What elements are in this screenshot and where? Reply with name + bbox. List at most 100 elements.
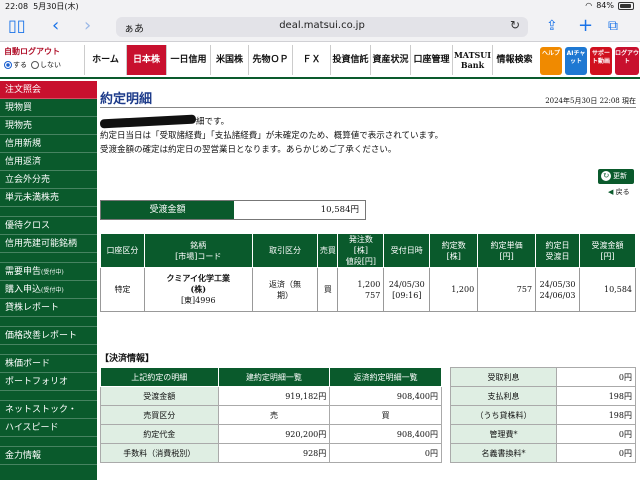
sidebar-item[interactable]: 価格改善レポート	[0, 327, 97, 345]
cell-received: 24/05/30 [09:16]	[383, 267, 431, 312]
order-price: 757	[365, 290, 381, 300]
fee-label: 支払利息	[450, 386, 557, 406]
sidebar-item-label: 注文照会	[5, 85, 42, 95]
cell-trade-type: 返済（無 期）	[251, 267, 319, 312]
sidebar-item[interactable]: 株価ボード	[0, 355, 97, 373]
support-video-icon[interactable]: サポート動画	[590, 47, 612, 75]
sidebar-item[interactable]: 立会外分売	[0, 171, 97, 189]
address-bar[interactable]: ぁあ deal.matsui.co.jp ↻	[116, 17, 528, 37]
settlement-table: 上記約定の明細 建約定明細一覧 返済約定明細一覧 受渡金額 919,182円 908…	[100, 367, 442, 463]
fee-label: 受取利息	[450, 367, 557, 387]
auto-logout-on-radio[interactable]: する	[4, 60, 27, 70]
sidebar-item[interactable]: ネットストック・	[0, 401, 97, 419]
fee-row: （うち貸株料） 198円	[450, 405, 636, 425]
settlement-row-label: 売買区分	[100, 405, 219, 425]
tab-us-stocks[interactable]: 米国株	[210, 45, 248, 75]
settlement-close-value: 買	[329, 405, 442, 425]
open-contract-list-link[interactable]: 建約定明細一覧	[217, 367, 331, 387]
sidebar-item-label: ポートフォリオ	[5, 377, 69, 387]
main-content: 約定明細 2024年5月30日 22:08 現在 細です。 約定日当日は「受取諸…	[99, 83, 638, 480]
sidebar-item-label: 信用新規	[5, 139, 42, 149]
sidebar-item-status: (受付中)	[41, 287, 64, 294]
logout-icon[interactable]: ログアウト	[615, 47, 639, 75]
tab-account[interactable]: 口座管理	[410, 45, 452, 75]
sidebar-item[interactable]: 信用新規	[0, 135, 97, 153]
sidebar-item[interactable]: 現物売	[0, 117, 97, 135]
settlement-amount-value: 10,584円	[320, 205, 359, 215]
tabs-overview-icon[interactable]: ⧉	[608, 16, 618, 36]
auto-logout-off-radio[interactable]: しない	[31, 60, 61, 70]
cell-exec-date: 24/05/30 24/06/03	[535, 267, 581, 312]
sidebar-item[interactable]: ポートフォリオ	[0, 373, 97, 391]
cell-security[interactable]: クミアイ化学工業 (株) [東]4996	[143, 267, 253, 312]
help-icon[interactable]: ヘルプ	[540, 47, 562, 75]
tab-assets[interactable]: 資産状況	[370, 45, 410, 75]
sidebar-item[interactable]: 信用返済	[0, 153, 97, 171]
col-security: 銘柄 [市場]コード	[143, 233, 253, 268]
reload-icon[interactable]: ↻	[510, 18, 520, 32]
sidebar-item-label: 需要申告	[5, 267, 42, 277]
sidebar-toggle-icon[interactable]: ▯▯	[8, 16, 26, 36]
sidebar-item-label: 単元未満株売	[5, 193, 60, 203]
sidebar-item[interactable]: ハイスピード	[0, 419, 97, 437]
sidebar-item[interactable]: 購入申込(受付中)	[0, 281, 97, 299]
back-label: 戻る	[615, 188, 630, 196]
fee-value: 198円	[556, 405, 636, 425]
sidebar-item[interactable]: 優待クロス	[0, 217, 97, 235]
table-header-row: 口座区分 銘柄 [市場]コード 取引区分 売買 発注数 [株] 値段[円] 受付…	[100, 233, 636, 268]
forward-chevron-icon[interactable]: ›	[84, 16, 91, 36]
update-button[interactable]: ↻ 更新	[598, 169, 634, 184]
fee-value: 0円	[556, 424, 636, 444]
url-text[interactable]: deal.matsui.co.jp	[116, 20, 528, 31]
settlement-amount-label: 受渡金額	[101, 201, 234, 219]
tab-home[interactable]: ホーム	[84, 45, 126, 75]
tab-info-search[interactable]: 情報検索	[492, 45, 536, 75]
back-link[interactable]: ◀ 戻る	[608, 187, 630, 197]
cell-amount: 10,584	[579, 267, 636, 312]
as-of-datetime: 2024年5月30日 22:08 現在	[545, 97, 636, 105]
sidebar-item: 注文照会	[0, 81, 97, 99]
tab-futures-options[interactable]: 先物ＯＰ	[248, 45, 292, 75]
tab-japan-stocks[interactable]: 日本株	[126, 45, 166, 75]
redacted-name	[99, 114, 197, 129]
settlement-row: 手数料（消費税別） 928円 0円	[100, 443, 442, 463]
col-detail: 上記約定の明細	[100, 367, 219, 387]
cell-exec-qty: 1,200	[429, 267, 479, 312]
sidebar-item[interactable]: 現物買	[0, 99, 97, 117]
ai-chat-icon[interactable]: AIチャット	[565, 47, 587, 75]
sidebar-gap	[0, 391, 97, 401]
security-name[interactable]: クミアイ化学工業 (株)	[145, 273, 252, 295]
tab-matsui-bank[interactable]: MATSUI Bank	[452, 45, 492, 75]
share-icon[interactable]: ⇪	[546, 16, 558, 36]
tab-fx[interactable]: ＦＸ	[292, 45, 330, 75]
new-tab-icon[interactable]: +	[578, 16, 593, 36]
settlement-row: 売買区分売買	[100, 405, 442, 425]
sidebar-item-label: 株価ボード	[5, 359, 51, 369]
security-code: [東]4996	[180, 296, 216, 305]
col-received: 受付日時	[383, 233, 431, 268]
cell-account: 特定	[100, 267, 145, 312]
tab-investment-trusts[interactable]: 投資信託	[330, 45, 370, 75]
sidebar-item[interactable]: 信用売建可能銘柄	[0, 235, 97, 253]
sidebar-item-label: 現物売	[5, 121, 33, 131]
sidebar-item[interactable]: 金力情報	[0, 447, 97, 465]
sidebar-item[interactable]: 需要申告(受付中)	[0, 263, 97, 281]
close-contract-list-link[interactable]: 返済約定明細一覧	[329, 367, 442, 387]
sidebar-item-label: 信用売建可能銘柄	[5, 239, 78, 249]
fee-label: 名義書換料*	[450, 443, 557, 463]
tab-one-day-margin[interactable]: 一日信用	[166, 45, 210, 75]
sidebar-gap	[0, 437, 97, 447]
exec-date: 24/05/30	[539, 279, 576, 289]
fee-label: （うち貸株料）	[450, 405, 557, 425]
col-account: 口座区分	[100, 233, 145, 268]
back-chevron-icon[interactable]: ‹	[52, 16, 59, 36]
sidebar-item-label: 購入申込	[5, 285, 42, 295]
wifi-icon: ◠	[585, 1, 593, 10]
notice-message: 細です。 約定日当日は「受取諸経費」「支払諸経費」が未確定のため、概算値で表示さ…	[99, 114, 443, 157]
col-exec-price: 約定単価 [円]	[477, 233, 537, 268]
sidebar-item[interactable]: 単元未満株売	[0, 189, 97, 207]
col-exec-date: 約定日 受渡日	[535, 233, 581, 268]
sidebar-item[interactable]: 貸株レポート	[0, 299, 97, 317]
fee-label: 管理費*	[450, 424, 557, 444]
battery-icon	[618, 1, 634, 10]
